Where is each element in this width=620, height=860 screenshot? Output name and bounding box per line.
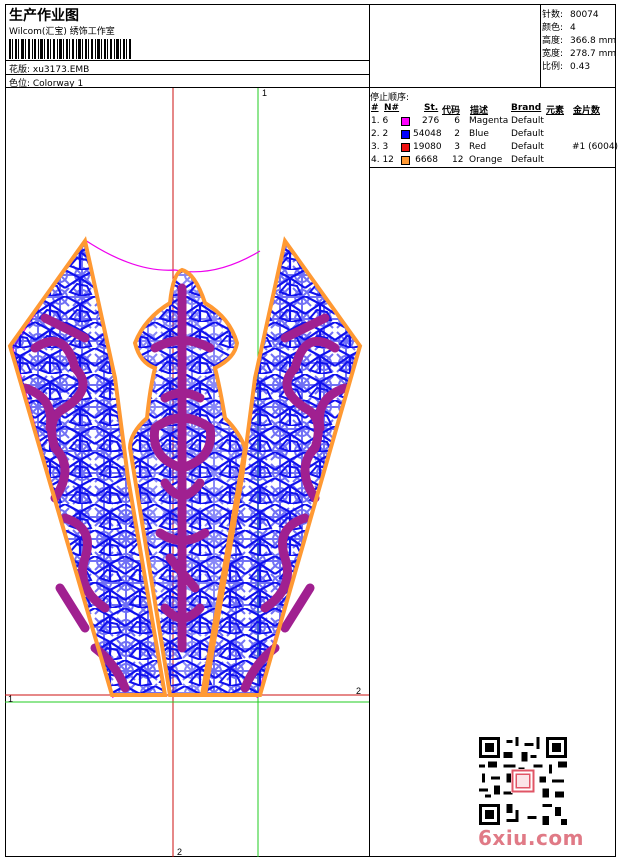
- design-file-label: 花版: xu3173.EMB: [9, 65, 90, 75]
- barcode: [9, 39, 131, 59]
- divider: [540, 4, 541, 88]
- stat-stitches: 针数: 80074: [542, 10, 599, 20]
- stat-scale: 比例: 0.43: [542, 62, 591, 72]
- color-swatch: [401, 143, 410, 152]
- axis-label-right: 2: [356, 686, 362, 696]
- table-row: 2. 2 54048 2 Blue Default: [371, 129, 544, 139]
- table-row: 1. 6 276 6 Magenta Default: [371, 116, 544, 126]
- table-header: # N# St. 代码 描述 Brand 元素 金片数: [371, 103, 601, 116]
- table-row: 4. 12 6668 12 Orange Default: [371, 155, 544, 165]
- axis-label-bottom: 2: [177, 847, 183, 857]
- watermark: 6xiu.com: [478, 826, 584, 850]
- color-swatch: [401, 156, 410, 165]
- color-swatch: [401, 130, 410, 139]
- table-title: 停止顺序:: [370, 93, 410, 103]
- divider: [370, 167, 616, 168]
- software-label: Wilcom(汇宝) 绣饰工作室: [9, 27, 115, 37]
- qr-code: [479, 737, 567, 825]
- embroidery-design-canvas: [5, 88, 369, 857]
- page-title: 生产作业图: [9, 8, 79, 24]
- axis-label-left: 1: [8, 694, 14, 704]
- stat-height: 高度: 366.8 mm: [542, 36, 617, 46]
- table-row: 3. 3 19080 3 Red Default #1 (6004): [371, 142, 619, 152]
- divider: [5, 60, 370, 61]
- stat-colors: 颜色: 4: [542, 23, 576, 33]
- stat-width: 宽度: 278.7 mm: [542, 49, 617, 59]
- color-swatch: [401, 117, 410, 126]
- axis-label-top: 1: [262, 88, 268, 98]
